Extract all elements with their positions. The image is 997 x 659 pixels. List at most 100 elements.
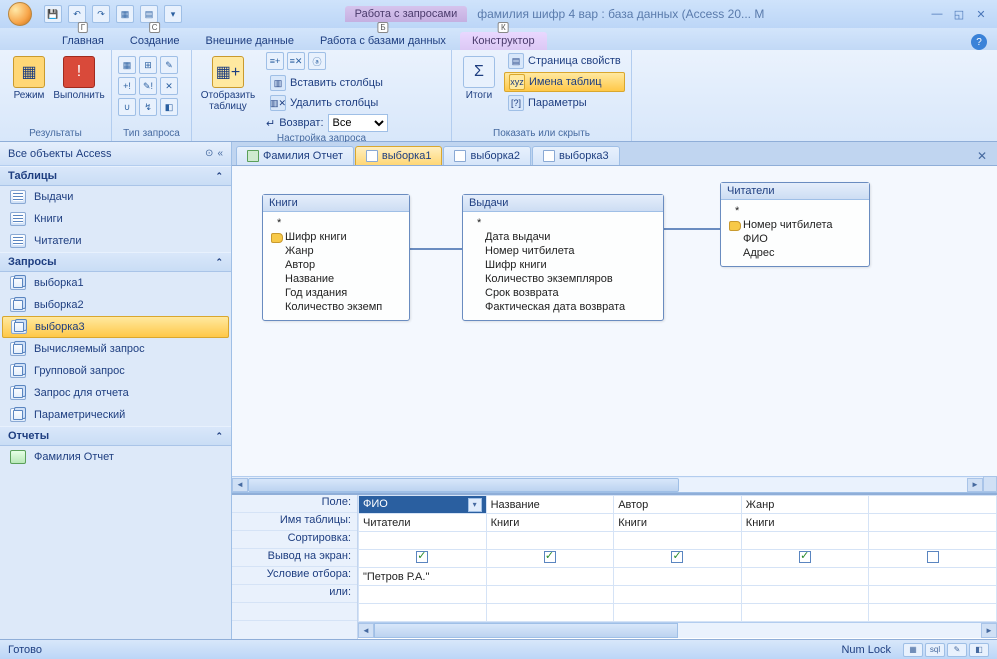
qat-btn2-icon[interactable]: ▤: [140, 5, 158, 23]
tab-create[interactable]: Создание: [118, 32, 192, 50]
field-item[interactable]: *: [271, 216, 401, 230]
qat-undo-icon[interactable]: ↶: [68, 5, 86, 23]
field-item[interactable]: Шифр книги: [471, 258, 655, 272]
nav-header[interactable]: Все объекты Access ⊙«: [0, 142, 231, 166]
totals-button[interactable]: ΣИтоги: [458, 52, 500, 101]
qbe-scrollbar[interactable]: ◄►: [358, 622, 997, 638]
qtype-maketable-icon[interactable]: ✎: [160, 56, 178, 74]
qtype-crosstab-icon[interactable]: ⊞: [139, 56, 157, 74]
qtype-update-icon[interactable]: ✎!: [139, 77, 157, 95]
nav-section-queries[interactable]: Запросы⌃: [0, 252, 231, 272]
field-item[interactable]: Шифр книги: [271, 230, 401, 244]
nav-query-item[interactable]: выборка2: [0, 294, 231, 316]
nav-section-reports[interactable]: Отчеты⌃: [0, 426, 231, 446]
show-checkbox[interactable]: [741, 550, 869, 568]
show-table-button[interactable]: ▦+Отобразить таблицу: [198, 52, 258, 112]
nav-section-tables[interactable]: Таблицы⌃: [0, 166, 231, 186]
field-item[interactable]: Номер читбилета: [729, 218, 861, 232]
field-item[interactable]: Название: [271, 272, 401, 286]
nav-table-item[interactable]: Читатели: [0, 230, 231, 252]
minimize-button[interactable]: —: [927, 6, 947, 22]
help-icon[interactable]: ?: [971, 34, 987, 50]
insert-row-icon[interactable]: ≡+: [266, 52, 284, 70]
qbe-cell[interactable]: Жанр: [741, 496, 869, 514]
doc-tab[interactable]: выборка3: [532, 146, 620, 165]
tab-external[interactable]: Внешние данные: [194, 32, 306, 50]
pane-splitter[interactable]: [983, 476, 997, 492]
qat-dropdown-icon[interactable]: ▾: [164, 5, 182, 23]
field-item[interactable]: Срок возврата: [471, 286, 655, 300]
relationship-diagram[interactable]: Книги * Шифр книги Жанр Автор Название Г…: [232, 166, 997, 493]
builder-icon[interactable]: ⓐ: [308, 52, 326, 70]
field-item[interactable]: Количество экземп: [271, 300, 401, 314]
view-button[interactable]: ▦Режим: [6, 52, 52, 101]
field-item[interactable]: Номер читбилета: [471, 244, 655, 258]
run-button[interactable]: !Выполнить: [56, 52, 102, 101]
parameters-button[interactable]: [?]Параметры: [504, 94, 625, 112]
close-tab-icon[interactable]: ✕: [973, 147, 991, 165]
nav-dropdown-icon[interactable]: ⊙: [205, 148, 213, 159]
qbe-cell[interactable]: "Петров Р.А.": [359, 568, 487, 586]
diagram-scrollbar[interactable]: ◄►: [232, 476, 983, 492]
qat-btn-icon[interactable]: ▦: [116, 5, 134, 23]
insert-columns-button[interactable]: ▥Вставить столбцы: [266, 74, 388, 92]
qbe-cell[interactable]: Название: [486, 496, 614, 514]
qbe-cell[interactable]: Книги: [741, 514, 869, 532]
show-checkbox[interactable]: [614, 550, 742, 568]
restore-button[interactable]: ◱: [949, 6, 969, 22]
field-item[interactable]: ФИО: [729, 232, 861, 246]
qat-redo-icon[interactable]: ↷: [92, 5, 110, 23]
view-other-icon[interactable]: ◧: [969, 643, 989, 657]
nav-query-item[interactable]: выборка1: [0, 272, 231, 294]
doc-tab[interactable]: выборка1: [355, 146, 443, 165]
doc-tab[interactable]: выборка2: [443, 146, 531, 165]
qtype-union-icon[interactable]: ∪: [118, 98, 136, 116]
close-button[interactable]: ✕: [971, 6, 991, 22]
tab-designer[interactable]: Конструктор: [460, 32, 547, 50]
doc-tab[interactable]: Фамилия Отчет: [236, 146, 354, 165]
table-box-issues[interactable]: Выдачи * Дата выдачи Номер читбилета Шиф…: [462, 194, 664, 321]
nav-table-item[interactable]: Книги: [0, 208, 231, 230]
nav-query-item[interactable]: Запрос для отчета: [0, 382, 231, 404]
field-item[interactable]: Дата выдачи: [471, 230, 655, 244]
field-item[interactable]: *: [471, 216, 655, 230]
field-item[interactable]: Адрес: [729, 246, 861, 260]
property-sheet-button[interactable]: ▤Страница свойств: [504, 52, 625, 70]
show-checkbox[interactable]: [486, 550, 614, 568]
qbe-table[interactable]: ФИО▾ Название Автор Жанр Читатели Книги …: [358, 495, 997, 622]
field-item[interactable]: Фактическая дата возврата: [471, 300, 655, 314]
qat-save-icon[interactable]: 💾: [44, 5, 62, 23]
delete-row-icon[interactable]: ≡✕: [287, 52, 305, 70]
nav-query-item[interactable]: выборка3: [2, 316, 229, 338]
field-item[interactable]: *: [729, 204, 861, 218]
qtype-delete-icon[interactable]: ✕: [160, 77, 178, 95]
qtype-append-icon[interactable]: +!: [118, 77, 136, 95]
qbe-cell[interactable]: ФИО▾: [359, 496, 487, 514]
office-button[interactable]: [2, 0, 38, 28]
nav-report-item[interactable]: Фамилия Отчет: [0, 446, 231, 468]
nav-query-item[interactable]: Параметрический: [0, 404, 231, 426]
table-box-readers[interactable]: Читатели * Номер читбилета ФИО Адрес: [720, 182, 870, 267]
show-checkbox[interactable]: [869, 550, 997, 568]
table-names-button[interactable]: xyzИмена таблиц: [504, 72, 625, 92]
view-datasheet-icon[interactable]: ▦: [903, 643, 923, 657]
field-item[interactable]: Количество экземпляров: [471, 272, 655, 286]
field-item[interactable]: Жанр: [271, 244, 401, 258]
qtype-ddl-icon[interactable]: ◧: [160, 98, 178, 116]
qtype-passthrough-icon[interactable]: ↯: [139, 98, 157, 116]
nav-query-item[interactable]: Групповой запрос: [0, 360, 231, 382]
qbe-cell[interactable]: [869, 514, 997, 532]
view-design-icon[interactable]: ✎: [947, 643, 967, 657]
qbe-cell[interactable]: Читатели: [359, 514, 487, 532]
qbe-cell[interactable]: [869, 496, 997, 514]
view-sql-icon[interactable]: sql: [925, 643, 945, 657]
return-select[interactable]: Все: [328, 114, 388, 132]
dropdown-icon[interactable]: ▾: [468, 498, 482, 512]
qbe-cell[interactable]: Автор: [614, 496, 742, 514]
qtype-select-icon[interactable]: ▦: [118, 56, 136, 74]
field-item[interactable]: Автор: [271, 258, 401, 272]
delete-columns-button[interactable]: ▥✕Удалить столбцы: [266, 94, 388, 112]
tab-home[interactable]: Главная: [50, 32, 116, 50]
table-box-books[interactable]: Книги * Шифр книги Жанр Автор Название Г…: [262, 194, 410, 321]
show-checkbox[interactable]: [359, 550, 487, 568]
